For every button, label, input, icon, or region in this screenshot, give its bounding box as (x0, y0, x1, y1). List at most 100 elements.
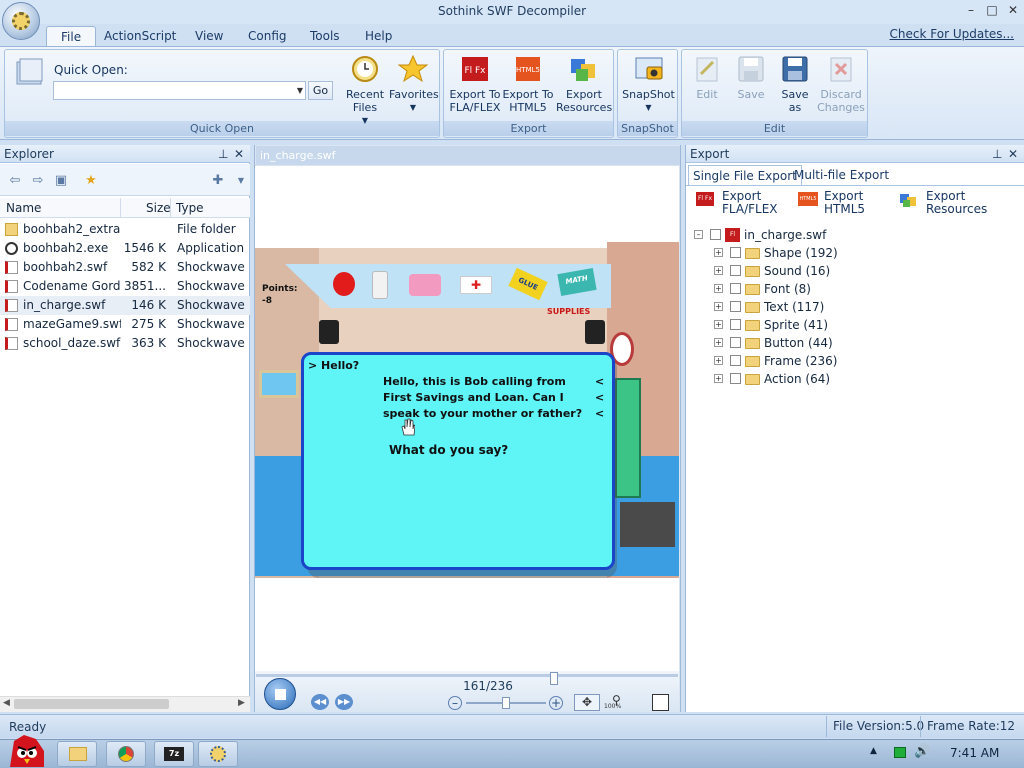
fit-view-icon[interactable]: ✥ (574, 694, 600, 711)
tab-multi-file-export[interactable]: Multi-file Export (790, 165, 893, 185)
file-row[interactable]: boohbah2_extra... File folder (0, 220, 250, 239)
file-row[interactable]: school_daze.swf 363 K Shockwave Fl (0, 334, 250, 353)
first-aid-icon[interactable]: ✚ (460, 276, 492, 294)
fast-forward-button[interactable]: ▶▶ (335, 694, 353, 710)
document-tab[interactable]: in_charge.swf (256, 146, 680, 165)
go-button[interactable]: Go (308, 81, 333, 100)
tab-tools[interactable]: Tools (296, 26, 354, 46)
tree-item-checkbox[interactable] (730, 373, 741, 384)
quick-open-input[interactable] (53, 81, 306, 100)
tab-view[interactable]: View (181, 26, 237, 46)
export-html5-button[interactable]: HTML5 Export To HTML5 (502, 54, 554, 114)
volume-icon[interactable]: 🔊 (914, 744, 930, 759)
paper-towel-icon[interactable] (372, 271, 388, 299)
tree-item-checkbox[interactable] (730, 337, 741, 348)
zoom-out-icon[interactable]: – (448, 696, 462, 710)
tree-item-checkbox[interactable] (730, 247, 741, 258)
stop-button[interactable] (264, 678, 296, 710)
dialog-arrow[interactable]: < (595, 406, 604, 422)
export-resources-button[interactable]: Export Resources (556, 54, 612, 114)
column-type[interactable]: Type (176, 201, 204, 215)
cake-icon[interactable] (409, 274, 441, 296)
expand-icon[interactable]: + (714, 266, 723, 275)
dialog-arrow[interactable]: < (595, 390, 604, 406)
export-title: Export ⊥ ✕ (686, 145, 1024, 163)
minimize-button[interactable]: – (962, 2, 980, 18)
expand-icon[interactable]: + (714, 374, 723, 383)
taskbar-explorer-button[interactable] (57, 741, 97, 767)
back-arrow-icon[interactable]: ⇦ (8, 174, 22, 188)
edit-button[interactable]: Edit (687, 54, 727, 101)
check-updates-link[interactable]: Check For Updates... (890, 27, 1014, 41)
dialog-header[interactable]: > Hello? (308, 359, 359, 372)
zoom-100-button[interactable]: ⚲ 100% (604, 693, 630, 711)
taskbar-sothink-button[interactable] (198, 741, 238, 767)
file-row[interactable]: in_charge.swf 146 K Shockwave Fl (0, 296, 250, 315)
tab-actionscript[interactable]: ActionScript (90, 26, 190, 46)
export-close-icon[interactable]: ✕ (1008, 145, 1018, 163)
up-folder-icon[interactable]: ▣ (54, 174, 68, 188)
tab-config[interactable]: Config (234, 26, 301, 46)
zoom-slider-thumb[interactable] (502, 697, 510, 709)
pin-icon[interactable]: ⊥ (218, 145, 228, 163)
network-icon[interactable] (894, 747, 906, 758)
file-row[interactable]: mazeGame9.swf 275 K Shockwave Fl (0, 315, 250, 334)
favorites-button[interactable]: Favorites ▼ (389, 54, 439, 114)
expand-icon[interactable]: + (714, 284, 723, 293)
zoom-in-icon[interactable]: + (549, 696, 563, 710)
taskbar-7zip-button[interactable]: 7z (154, 741, 194, 767)
column-size[interactable]: Size (146, 201, 171, 215)
maximize-button[interactable]: □ (983, 2, 1001, 18)
toolbar-dropdown-icon[interactable]: ▼ (234, 174, 248, 188)
tab-file[interactable]: File (46, 26, 97, 47)
tree-item-checkbox[interactable] (730, 355, 741, 366)
save-button[interactable]: Save (731, 54, 771, 101)
forward-arrow-icon[interactable]: ⇨ (31, 174, 45, 188)
tree-item-checkbox[interactable] (730, 283, 741, 294)
swf-preview-canvas[interactable]: Points: -8 ✚ GLUE MATH SUPPLIES > Hello?… (255, 166, 679, 671)
quick-open-dropdown-icon[interactable]: ▼ (294, 81, 306, 100)
recent-files-button[interactable]: Recent Files ▼ (343, 54, 387, 127)
timeline-slider-thumb[interactable] (550, 672, 558, 685)
favorite-star-icon[interactable]: ★ (84, 174, 98, 188)
file-row[interactable]: boohbah2.swf 582 K Shockwave Fl (0, 258, 250, 277)
tab-single-file-export[interactable]: Single File Export (688, 165, 802, 185)
swf-icon (5, 261, 18, 274)
tab-help[interactable]: Help (351, 26, 406, 46)
explorer-close-icon[interactable]: ✕ (234, 145, 244, 163)
export-pin-icon[interactable]: ⊥ (992, 145, 1002, 163)
taskbar-clock[interactable]: 7:41 AM (950, 746, 999, 760)
column-name[interactable]: Name (6, 201, 41, 215)
scroll-left-icon[interactable]: ◀ (3, 698, 10, 708)
expand-icon[interactable]: + (714, 248, 723, 257)
expand-icon[interactable]: + (714, 338, 723, 347)
close-window-button[interactable]: ✕ (1004, 2, 1022, 18)
application-menu-button[interactable] (2, 2, 40, 40)
discard-changes-button[interactable]: Discard Changes (816, 54, 866, 114)
tree-root-checkbox[interactable] (710, 229, 721, 240)
export-fla-button[interactable]: Fl Fx Export To FLA/FLEX (448, 54, 502, 114)
tree-item-checkbox[interactable] (730, 319, 741, 330)
expand-icon[interactable]: + (714, 356, 723, 365)
dialog-arrow[interactable]: < (595, 374, 604, 390)
save-as-button[interactable]: Save as (775, 54, 815, 114)
expand-icon[interactable]: + (714, 320, 723, 329)
expand-icon[interactable]: + (714, 302, 723, 311)
collapse-icon[interactable]: – (694, 230, 703, 239)
add-icon[interactable]: ✚ (211, 174, 225, 188)
snapshot-button[interactable]: SnapShot ▼ (621, 54, 676, 114)
points-display: Points: -8 (262, 283, 298, 307)
tree-item-checkbox[interactable] (730, 301, 741, 312)
tree-item-checkbox[interactable] (730, 265, 741, 276)
scrollbar-thumb[interactable] (14, 699, 169, 709)
start-button[interactable] (4, 733, 48, 768)
show-hidden-icons[interactable]: ▲ (870, 746, 877, 756)
file-row[interactable]: boohbah2.exe 1546 K Application (0, 239, 250, 258)
file-row[interactable]: Codename Gord...3851... Shockwave Fl (0, 277, 250, 296)
apple-icon[interactable] (333, 272, 355, 296)
scroll-right-icon[interactable]: ▶ (238, 698, 245, 708)
rewind-button[interactable]: ◀◀ (311, 694, 329, 710)
timeline-track[interactable] (256, 674, 678, 677)
taskbar-chrome-button[interactable] (106, 741, 146, 767)
fullscreen-icon[interactable] (652, 694, 669, 711)
